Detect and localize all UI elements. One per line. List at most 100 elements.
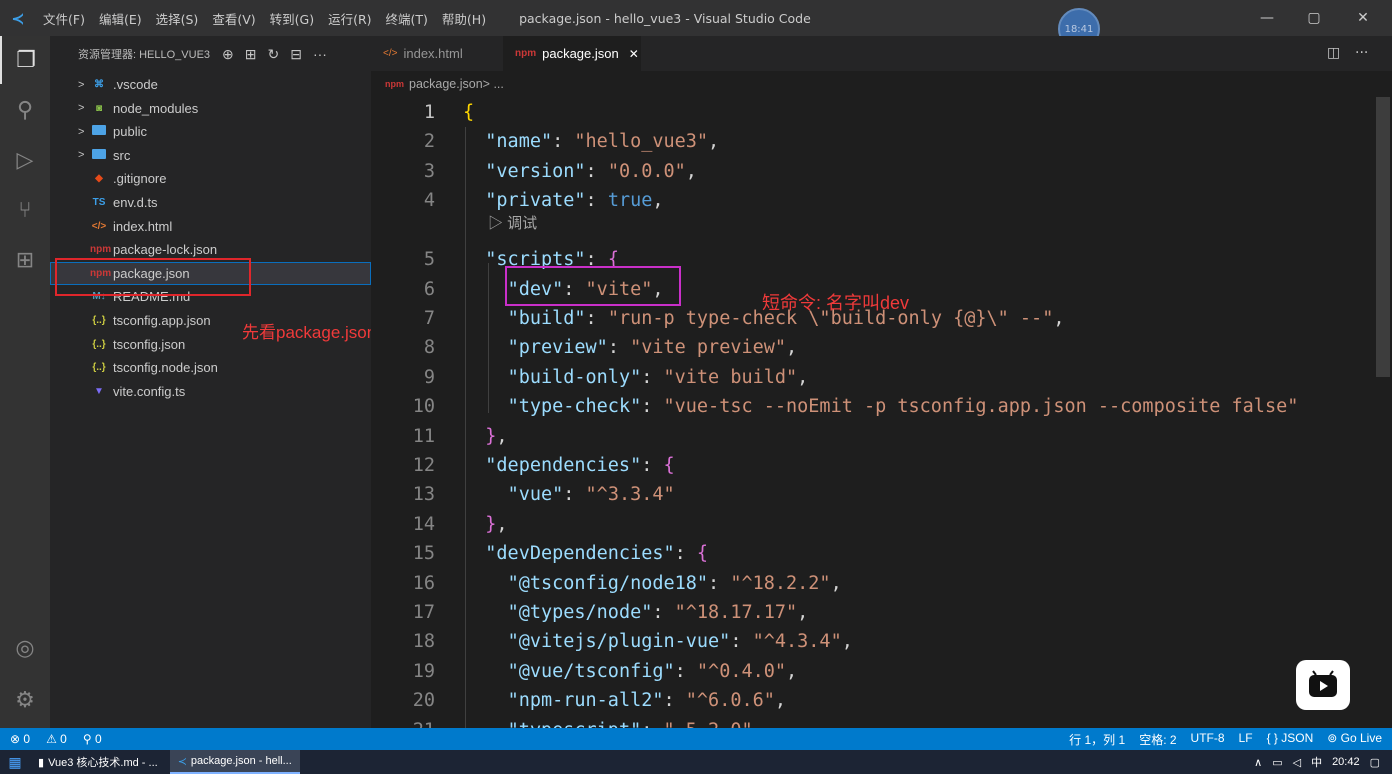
clock[interactable]: 20:42 (1332, 756, 1360, 768)
new-file-icon[interactable]: ⊕ (222, 46, 234, 63)
code-text: "dependencies": { (485, 454, 675, 476)
line-number: 9 (423, 366, 435, 388)
split-editor-icon[interactable]: ◫ (1327, 45, 1340, 61)
restore-button[interactable]: ▢ (1291, 0, 1337, 36)
npm-icon: npm (385, 79, 404, 89)
encoding[interactable]: UTF-8 (1191, 731, 1225, 748)
run-debug-icon[interactable]: ▷ (0, 136, 50, 184)
menu-item[interactable]: 转到(G) (263, 9, 321, 28)
code-text: "name": "hello_vue3", (485, 131, 720, 153)
editor-scrollbar[interactable] (1376, 97, 1390, 377)
language-mode[interactable]: { } JSON (1267, 731, 1314, 748)
notifications-icon[interactable]: ▢ (1370, 756, 1380, 769)
refresh-icon[interactable]: ↻ (268, 46, 280, 63)
file-tree-item[interactable]: ▼ vite.config.ts (50, 380, 371, 403)
more-actions-icon[interactable]: ··· (313, 46, 327, 63)
breadcrumb-file[interactable]: package.json (409, 77, 483, 91)
annotation-highlight-box (55, 258, 251, 296)
system-tray: ∧ ▭ ◁ 中 20:42 ▢ (1254, 754, 1380, 770)
taskbar-item[interactable]: ≺ package.json - hell... (169, 750, 300, 774)
menu-item[interactable]: 运行(R) (321, 9, 378, 28)
warnings-status[interactable]: ⚠ 0 (46, 732, 67, 746)
explorer-sidebar: 资源管理器: HELLO_VUE3 ⊕ ⊞ ↻ ⊟ ··· > ⌘ .vscode >… (50, 36, 371, 728)
tray-expand-icon[interactable]: ∧ (1254, 756, 1262, 769)
breadcrumb-rest[interactable]: > ... (483, 77, 504, 91)
tab-package-json[interactable]: npm package.json ✕ (503, 36, 641, 71)
menu-item[interactable]: 选择(S) (149, 9, 206, 28)
html-icon: </> (383, 48, 398, 59)
indentation[interactable]: 空格: 2 (1139, 731, 1176, 748)
cursor-position[interactable]: 行 1，列 1 (1069, 731, 1125, 748)
ime-indicator[interactable]: 中 (1311, 754, 1322, 770)
code-line: 20 "npm-run-all2": "^6.0.6", (371, 686, 1392, 715)
file-tree-item[interactable]: > ⌘ .vscode (50, 73, 371, 96)
file-tree-label: src (113, 147, 131, 163)
end-of-line[interactable]: LF (1239, 731, 1253, 748)
extensions-icon[interactable]: ⊞ (0, 236, 50, 284)
tab-close-icon[interactable]: ✕ (629, 47, 639, 61)
explorer-icon[interactable]: ❐ (0, 36, 50, 84)
file-tree-item[interactable]: TS env.d.ts (50, 191, 371, 214)
new-folder-icon[interactable]: ⊞ (245, 46, 257, 63)
chevron-right-icon[interactable]: > (78, 102, 90, 114)
file-tree-item[interactable]: </> index.html (50, 215, 371, 238)
code-editor[interactable]: ▷ 调试 1{2 "name": "hello_vue3", 3 "version… (371, 97, 1392, 728)
collapse-all-icon[interactable]: ⊟ (290, 46, 302, 63)
line-number: 14 (412, 513, 435, 535)
ports-status[interactable]: ⚲ 0 (83, 732, 102, 746)
line-number: 11 (412, 425, 435, 447)
file-tree-item[interactable]: > src (50, 144, 371, 167)
close-window-button[interactable]: ✕ (1340, 0, 1386, 36)
code-text: "@types/node": "^18.17.17", (507, 601, 809, 623)
volume-icon[interactable]: ◁ (1293, 756, 1301, 769)
line-number: 16 (412, 572, 435, 594)
code-line: 15 "devDependencies": { (371, 539, 1392, 568)
status-bar: ⊗ 0 ⚠ 0 ⚲ 0 行 1，列 1 空格: 2 UTF-8 LF { } J… (0, 728, 1392, 750)
explorer-title: 资源管理器: HELLO_VUE3 (78, 49, 211, 61)
taskbar-item[interactable]: ▮ Vue3 核心技术.md - ... (30, 750, 166, 774)
menu-item[interactable]: 帮助(H) (435, 9, 493, 28)
windows-start-icon[interactable]: ▦ (0, 754, 30, 771)
chevron-right-icon[interactable]: > (78, 126, 90, 138)
network-icon[interactable]: ▭ (1272, 756, 1282, 769)
file-tree-item[interactable]: {..} tsconfig.node.json (50, 356, 371, 379)
errors-status[interactable]: ⊗ 0 (10, 732, 30, 746)
menu-item[interactable]: 查看(V) (205, 9, 262, 28)
line-number: 8 (423, 337, 435, 359)
settings-gear-icon[interactable]: ⚙ (0, 676, 50, 724)
source-control-icon[interactable]: ⑂ (0, 186, 50, 234)
go-live-button[interactable]: ⊚ Go Live (1327, 731, 1382, 748)
code-line: 4 "private": true, (371, 186, 1392, 215)
chevron-right-icon[interactable]: > (78, 149, 90, 161)
menu-item[interactable]: 终端(T) (379, 9, 435, 28)
json-icon: {..} (92, 362, 106, 374)
bilibili-logo-icon (1296, 660, 1350, 710)
line-number: 10 (412, 396, 435, 418)
npm-icon: npm (515, 48, 537, 59)
file-tree-item[interactable]: > ◙ node_modules (50, 97, 371, 120)
code-text: "@vue/tsconfig": "^0.4.0", (507, 660, 798, 682)
chevron-right-icon[interactable]: > (78, 79, 90, 91)
code-line: 10 "type-check": "vue-tsc --noEmit -p ts… (371, 392, 1392, 421)
more-actions-icon[interactable]: ··· (1355, 45, 1368, 61)
file-tree-item[interactable]: ◆ .gitignore (50, 167, 371, 190)
file-tree-label: public (113, 124, 147, 140)
code-line: 8 "preview": "vite preview", (371, 333, 1392, 362)
line-number: 17 (412, 601, 435, 623)
tab-index-html[interactable]: </> index.html (371, 36, 503, 71)
line-number: 20 (412, 690, 435, 712)
typora-icon: ▮ (38, 756, 45, 769)
file-tree-label: node_modules (113, 100, 199, 116)
menu-item[interactable]: 文件(F) (36, 9, 92, 28)
line-number: 3 (423, 160, 435, 182)
file-tree-label: index.html (113, 218, 173, 234)
menu-item[interactable]: 编辑(E) (92, 9, 149, 28)
search-icon[interactable]: ⚲ (0, 86, 50, 134)
minimize-button[interactable]: — (1244, 0, 1290, 36)
file-tree-item[interactable]: > public (50, 120, 371, 143)
account-icon[interactable]: ◎ (0, 624, 50, 672)
activity-bar: ❐ ⚲ ▷ ⑂ ⊞ ◎ ⚙ (0, 36, 50, 728)
code-text: "npm-run-all2": "^6.0.6", (507, 690, 787, 712)
code-text: "devDependencies": { (485, 543, 709, 565)
code-line: 1{ (371, 98, 1392, 127)
